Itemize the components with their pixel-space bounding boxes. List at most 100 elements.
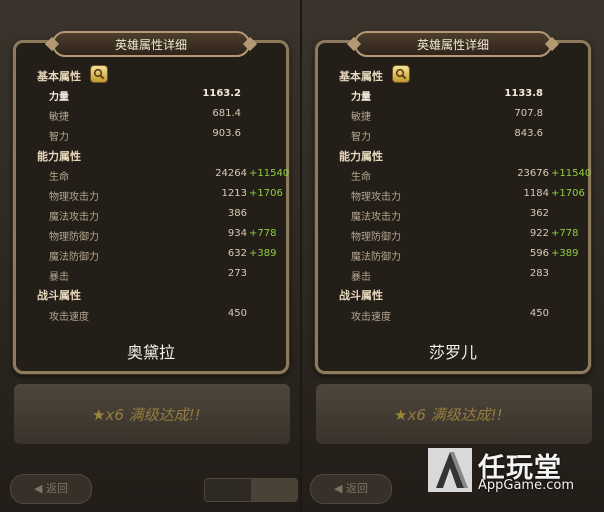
value-atk-speed: 450 xyxy=(227,308,247,319)
label-atk-speed: 攻击速度 xyxy=(351,312,391,323)
label-magic-atk: 魔法攻击力 xyxy=(49,212,99,223)
label-phys-atk: 物理攻击力 xyxy=(351,192,401,203)
value-phys-atk: 1184 xyxy=(523,188,549,199)
label-phys-def: 物理防御力 xyxy=(351,232,401,243)
value-crit: 273 xyxy=(227,268,247,279)
value-intelligence: 903.6 xyxy=(212,128,241,139)
row-hp: 生命 24264 +11540 xyxy=(49,168,289,184)
watermark: 任玩堂 AppGame.com xyxy=(428,446,604,496)
row-intelligence: 智力 903.6 xyxy=(49,128,279,144)
magnifier-button[interactable] xyxy=(90,65,108,83)
back-button-left[interactable]: ◀ 返回 xyxy=(10,474,92,504)
bg-toggle[interactable] xyxy=(204,478,298,502)
row-crit: 暴击 273 xyxy=(49,268,279,284)
label-agility: 敏捷 xyxy=(49,112,69,123)
label-strength: 力量 xyxy=(49,92,69,103)
bonus-magic-def: +389 xyxy=(249,248,277,259)
watermark-logo-icon xyxy=(428,448,472,492)
bonus-phys-def: +778 xyxy=(249,228,277,239)
row-strength: 力量 1163.2 xyxy=(49,88,279,104)
bonus-hp: +11540 xyxy=(551,168,592,179)
banner-count: x6 xyxy=(105,406,124,424)
row-phys-def: 物理防御力 934 +778 xyxy=(49,228,279,244)
row-magic-atk: 魔法攻击力 362 xyxy=(351,208,581,224)
watermark-url: AppGame.com xyxy=(478,478,574,493)
magnifier-icon xyxy=(395,68,407,80)
row-crit: 暴击 283 xyxy=(351,268,581,284)
star-icon: ★ xyxy=(394,406,408,424)
row-magic-def: 魔法防御力 632 +389 xyxy=(49,248,279,264)
back-arrow-icon: ◀ xyxy=(334,482,346,495)
bonus-phys-atk: +1706 xyxy=(249,188,283,199)
row-agility: 敏捷 681.4 xyxy=(49,108,279,124)
bg-banner-right: ★x6 满级达成!! xyxy=(394,404,503,425)
bonus-phys-def: +778 xyxy=(551,228,579,239)
star-icon: ★ xyxy=(92,406,106,424)
label-intelligence: 智力 xyxy=(351,132,371,143)
label-strength: 力量 xyxy=(351,92,371,103)
row-atk-speed: 攻击速度 450 xyxy=(49,308,279,324)
section-basic: 基本属性 xyxy=(37,70,81,83)
row-magic-atk: 魔法攻击力 386 xyxy=(49,208,279,224)
hero-attribute-panel-1: 英雄属性详细 基本属性 力量 1163.2 敏捷 681.4 智力 903.6 … xyxy=(13,31,289,374)
back-button-right[interactable]: ◀ 返回 xyxy=(310,474,392,504)
label-intelligence: 智力 xyxy=(49,132,69,143)
label-magic-def: 魔法防御力 xyxy=(351,252,401,263)
row-phys-atk: 物理攻击力 1184 +1706 xyxy=(351,188,585,204)
row-hp: 生命 23676 +11540 xyxy=(351,168,591,184)
panel-title: 英雄属性详细 xyxy=(52,31,250,57)
bg-banner-left: ★x6 满级达成!! xyxy=(92,404,201,425)
back-label: 返回 xyxy=(345,482,368,495)
magnifier-icon xyxy=(93,68,105,80)
banner-text: 满级达成!! xyxy=(430,406,503,424)
label-crit: 暴击 xyxy=(351,272,371,283)
label-hp: 生命 xyxy=(49,172,69,183)
value-agility: 707.8 xyxy=(514,108,543,119)
section-ability: 能力属性 xyxy=(37,150,81,163)
bonus-magic-def: +389 xyxy=(551,248,579,259)
label-hp: 生命 xyxy=(351,172,371,183)
back-label: 返回 xyxy=(45,482,68,495)
hero-name: 莎罗儿 xyxy=(428,343,477,362)
label-crit: 暴击 xyxy=(49,272,69,283)
toggle-option-1[interactable] xyxy=(205,479,251,501)
label-atk-speed: 攻击速度 xyxy=(49,312,89,323)
value-magic-def: 632 xyxy=(227,248,247,259)
value-atk-speed: 450 xyxy=(529,308,549,319)
section-battle: 战斗属性 xyxy=(37,289,81,302)
bonus-hp: +11540 xyxy=(249,168,290,179)
hero-name: 奥黛拉 xyxy=(126,343,175,362)
panel-title: 英雄属性详细 xyxy=(354,31,552,57)
label-magic-atk: 魔法攻击力 xyxy=(351,212,401,223)
magnifier-button[interactable] xyxy=(392,65,410,83)
banner-text: 满级达成!! xyxy=(128,406,201,424)
section-basic: 基本属性 xyxy=(339,70,383,83)
value-phys-atk: 1213 xyxy=(221,188,247,199)
value-strength: 1163.2 xyxy=(202,88,241,99)
toggle-option-2[interactable] xyxy=(251,479,297,501)
label-phys-atk: 物理攻击力 xyxy=(49,192,99,203)
back-arrow-icon: ◀ xyxy=(34,482,46,495)
section-ability: 能力属性 xyxy=(339,150,383,163)
value-magic-atk: 362 xyxy=(529,208,549,219)
row-atk-speed: 攻击速度 450 xyxy=(351,308,581,324)
value-strength: 1133.8 xyxy=(504,88,543,99)
value-magic-def: 596 xyxy=(529,248,549,259)
hero-attribute-panel-2: 英雄属性详细 基本属性 力量 1133.8 敏捷 707.8 智力 843.6 … xyxy=(315,31,591,374)
value-magic-atk: 386 xyxy=(227,208,247,219)
row-phys-atk: 物理攻击力 1213 +1706 xyxy=(49,188,283,204)
bonus-phys-atk: +1706 xyxy=(551,188,585,199)
row-magic-def: 魔法防御力 596 +389 xyxy=(351,248,581,264)
value-agility: 681.4 xyxy=(212,108,241,119)
value-phys-def: 934 xyxy=(227,228,247,239)
value-phys-def: 922 xyxy=(529,228,549,239)
row-strength: 力量 1133.8 xyxy=(351,88,581,104)
label-magic-def: 魔法防御力 xyxy=(49,252,99,263)
value-crit: 283 xyxy=(529,268,549,279)
row-intelligence: 智力 843.6 xyxy=(351,128,581,144)
label-agility: 敏捷 xyxy=(351,112,371,123)
label-phys-def: 物理防御力 xyxy=(49,232,99,243)
row-agility: 敏捷 707.8 xyxy=(351,108,581,124)
row-phys-def: 物理防御力 922 +778 xyxy=(351,228,581,244)
value-hp: 23676 xyxy=(517,168,549,179)
